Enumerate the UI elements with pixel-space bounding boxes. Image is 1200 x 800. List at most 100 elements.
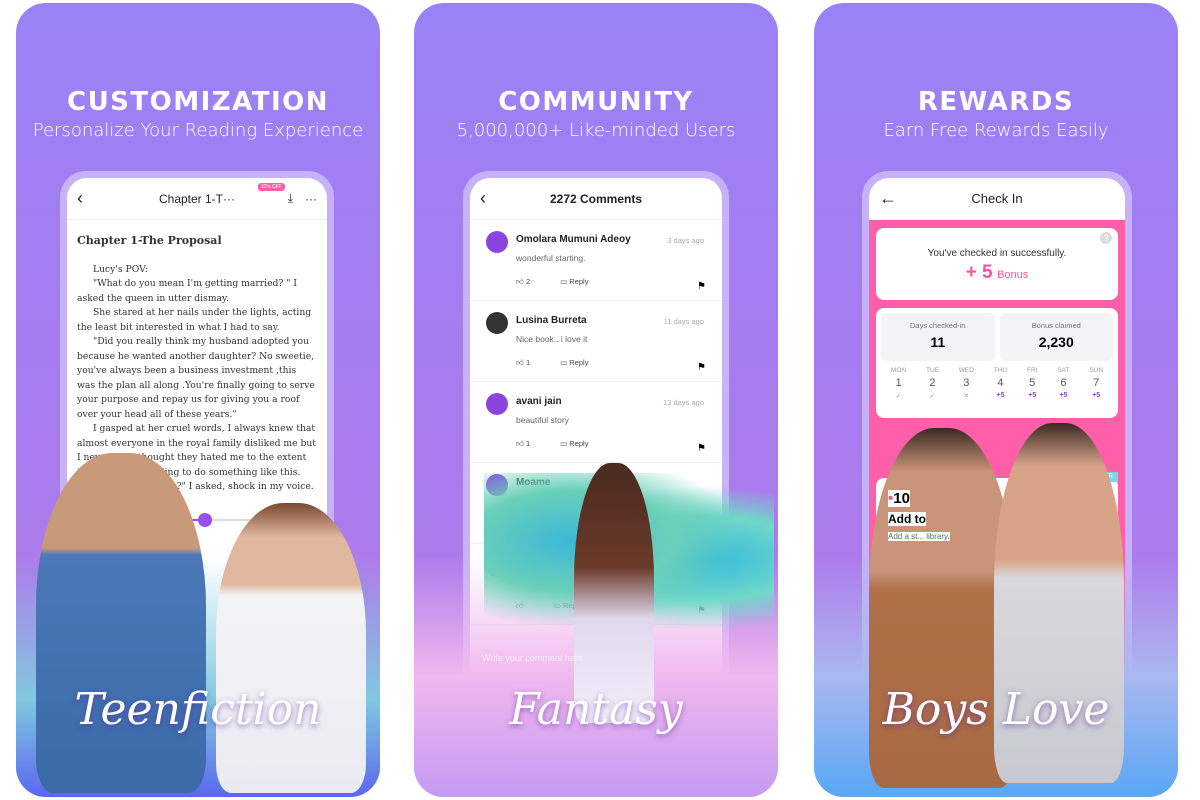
day-number: 6: [1060, 377, 1067, 389]
like-button[interactable]: 👍︎ 2: [516, 277, 530, 287]
flag-icon[interactable]: ⚑: [697, 362, 706, 373]
success-card: ? You've checked in successfully. + 5 Bo…: [876, 228, 1118, 300]
like-count: 1: [525, 439, 531, 448]
help-icon[interactable]: ?: [1100, 232, 1112, 244]
back-arrow-icon[interactable]: ←: [879, 188, 897, 209]
day-status: +5: [1028, 392, 1037, 399]
panel-customization: CUSTOMIZATION Personalize Your Reading E…: [16, 3, 380, 797]
reply-label: Reply: [569, 358, 589, 367]
paragraph: "What do you mean I'm getting married? "…: [77, 278, 298, 304]
day-name: SUN: [1089, 367, 1104, 374]
reply-button[interactable]: ▭ Reply: [560, 358, 588, 368]
boy-photo: [36, 453, 206, 793]
panel-community: COMMUNITY 5,000,000+ Like-minded Users ‹…: [414, 3, 778, 797]
day-item: FRI 5 +5: [1027, 367, 1037, 400]
day-status: ✓: [929, 393, 936, 400]
day-name: MON: [890, 367, 907, 374]
day-status: +5: [1059, 392, 1068, 399]
comment-time: 13 days ago: [663, 398, 704, 407]
day-name: TUE: [925, 367, 939, 374]
genre-label: Fantasy: [509, 684, 683, 735]
thumbs-up-icon: 👍︎: [516, 277, 524, 286]
reader-header: ‹ Chapter 1-T··· 10% OFF ⤓ ···: [67, 178, 327, 220]
reply-icon: ▭: [560, 439, 568, 448]
comments-count: 2272 Comments: [549, 191, 643, 206]
claimed-label: Bonus claimed: [1031, 321, 1081, 330]
day-status: ✕: [963, 393, 970, 400]
day-status: +5: [1092, 392, 1101, 399]
panel-rewards: REWARDS Earn Free Rewards Easily ← Check…: [814, 3, 1178, 797]
paragraph: She stared at her nails under the lights…: [77, 307, 312, 333]
day-number: 5: [1029, 377, 1036, 389]
paragraph: "Did you really think my husband adopted…: [77, 336, 315, 420]
reply-label: Reply: [569, 277, 589, 286]
thumbs-up-icon: 👍︎: [516, 439, 524, 448]
success-text: You've checked in successfully.: [927, 248, 1067, 259]
day-status: ✓: [895, 393, 902, 400]
task-value: 10: [893, 490, 910, 507]
day-number: 2: [929, 377, 936, 389]
comment-time: 3 days ago: [667, 236, 704, 245]
day-item: WED 3 ✕: [959, 367, 974, 400]
more-icon[interactable]: ···: [305, 192, 317, 206]
flag-icon[interactable]: ⚑: [697, 281, 706, 292]
avatar: [486, 312, 508, 334]
day-item: SUN 7 +5: [1089, 367, 1103, 400]
genre-label: Boys Love: [882, 684, 1110, 735]
download-icon[interactable]: ⤓: [288, 191, 293, 206]
comment-input[interactable]: Write your comment here: [482, 653, 583, 663]
day-item: MON 1 ✓: [891, 367, 906, 400]
day-item: SAT 6 +5: [1057, 367, 1069, 400]
comment-item: Lusina Burreta 11 days ago Nice book.. i…: [470, 301, 722, 382]
claimed-value: 2,230: [1038, 334, 1074, 350]
checkin-title: Check In: [971, 191, 1023, 206]
checkin-header: ← Check In: [869, 178, 1125, 220]
day-item: TUE 2 ✓: [926, 367, 939, 400]
girl-photo: [216, 503, 366, 793]
like-button[interactable]: 👍︎ 1: [516, 358, 530, 368]
genre-label: Teenfiction: [74, 684, 322, 735]
panel-subtitle: Personalize Your Reading Experience: [32, 120, 364, 141]
back-icon[interactable]: ‹: [480, 188, 486, 209]
discount-badge: 10% OFF: [257, 183, 285, 191]
paragraph: Lucy's POV:: [93, 263, 148, 275]
task-title: Add to: [888, 512, 926, 526]
day-name: THU: [993, 367, 1008, 374]
reply-button[interactable]: ▭ Reply: [560, 439, 588, 449]
comment-text: beautiful story: [516, 415, 569, 425]
day-item: THU 4 +5: [994, 367, 1007, 400]
chapter-header: Chapter 1-T···: [158, 191, 235, 206]
flag-icon[interactable]: ⚑: [697, 443, 706, 454]
reply-icon: ▭: [560, 277, 568, 286]
stats-card: Days checked-in 11 Bonus claimed 2,230 M…: [876, 308, 1118, 418]
chapter-title: Chapter 1-The Proposal: [77, 234, 222, 247]
panel-subtitle: Earn Free Rewards Easily: [883, 120, 1109, 141]
bonus-value: + 5: [965, 262, 993, 283]
day-name: FRI: [1027, 367, 1038, 374]
day-number: 1: [895, 377, 902, 389]
day-number: 7: [1093, 377, 1100, 389]
day-name: SAT: [1057, 367, 1070, 374]
like-button[interactable]: 👍︎ 1: [516, 439, 530, 449]
avatar: [486, 231, 508, 253]
comment-text: Nice book.. i love it: [516, 334, 588, 344]
comment-time: 11 days ago: [663, 317, 704, 326]
day-number: 3: [963, 377, 970, 389]
panel-title: CUSTOMIZATION: [66, 87, 330, 117]
reply-button[interactable]: ▭ Reply: [560, 277, 588, 287]
day-status: +5: [996, 392, 1005, 399]
panel-title: COMMUNITY: [498, 87, 694, 117]
task-desc: Add a st... library.: [888, 532, 950, 541]
reply-label: Reply: [569, 439, 589, 448]
back-icon[interactable]: ‹: [77, 188, 83, 209]
comment-text: wonderful starting.: [516, 253, 586, 263]
day-name: WED: [958, 367, 974, 374]
thumbs-up-icon: 👍︎: [516, 358, 524, 367]
like-count: 2: [525, 277, 531, 286]
week-row: MON 1 ✓ TUE 2 ✓ WED 3 ✕ THU 4 +5 FRI 5 +…: [881, 367, 1113, 400]
bonus-label: Bonus: [997, 269, 1029, 281]
reply-icon: ▭: [560, 358, 568, 367]
panel-title: REWARDS: [917, 87, 1075, 117]
comments-header: ‹ 2272 Comments: [470, 178, 722, 220]
avatar: [486, 393, 508, 415]
